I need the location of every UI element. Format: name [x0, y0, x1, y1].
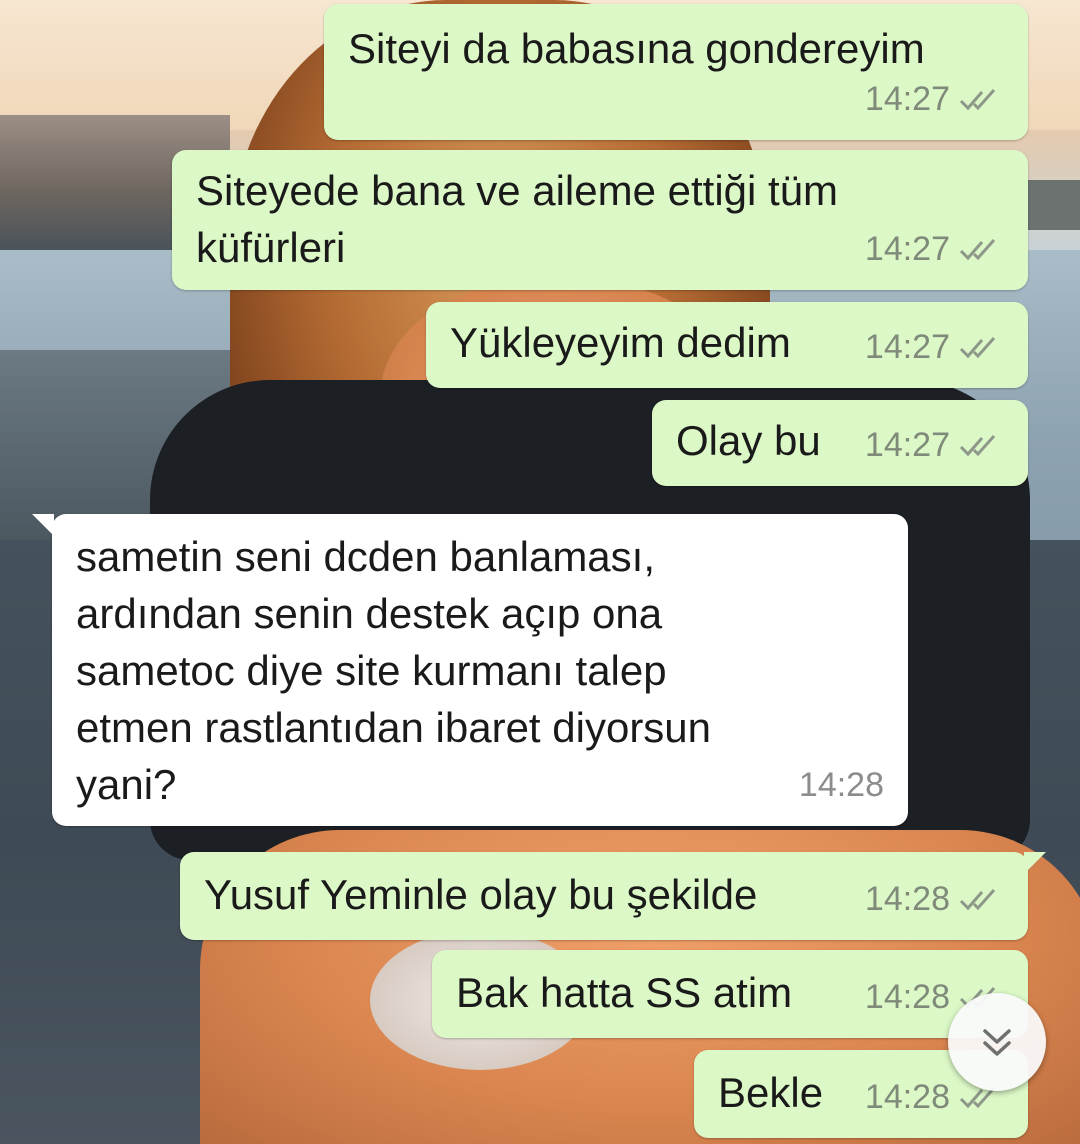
- message-bubble-outgoing[interactable]: Siteyede bana ve aileme ettiği tüm küfür…: [172, 150, 1028, 290]
- double-check-icon: [959, 434, 996, 456]
- bubble-tail: [32, 514, 54, 536]
- message-bubble-outgoing[interactable]: Yükleyeyim dedim 14:27: [426, 302, 1028, 388]
- message-bubble-outgoing[interactable]: Olay bu 14:27: [652, 400, 1028, 486]
- message-text: sametin seni dcden banlaması, ardından s…: [76, 533, 712, 808]
- message-meta: 14:28: [865, 871, 1004, 928]
- message-bubble-outgoing[interactable]: Siteyi da babasına gondereyim 14:27: [324, 4, 1028, 140]
- message-meta: 14:27: [865, 221, 1004, 278]
- message-time: 14:27: [864, 328, 950, 366]
- message-text: Yusuf Yeminle olay bu şekilde: [204, 871, 758, 918]
- message-text: Olay bu: [676, 417, 821, 464]
- message-time: 14:27: [864, 80, 950, 118]
- message-meta: 14:27: [865, 319, 1004, 376]
- bubble-tail: [1024, 852, 1046, 874]
- double-chevron-down-icon: [983, 1029, 1011, 1056]
- message-meta: 14:27: [865, 71, 1004, 128]
- message-bubble-incoming[interactable]: sametin seni dcden banlaması, ardından s…: [32, 514, 908, 826]
- message-time: 14:27: [864, 230, 950, 268]
- message-text: Yükleyeyim dedim: [450, 319, 791, 366]
- message-meta: 14:27: [865, 417, 1004, 474]
- message-text: Siteyede bana ve aileme ettiği tüm küfür…: [196, 167, 839, 271]
- double-check-icon: [959, 336, 996, 358]
- message-text: Bekle: [718, 1069, 824, 1116]
- scroll-to-bottom-button[interactable]: [948, 993, 1046, 1091]
- message-bubble-outgoing[interactable]: Bak hatta SS atim 14:28: [432, 950, 1028, 1038]
- message-time: 14:28: [864, 978, 950, 1016]
- message-text: Bak hatta SS atim: [456, 969, 793, 1016]
- message-time: 14:28: [864, 880, 950, 918]
- double-check-icon: [959, 888, 996, 910]
- message-text: Siteyi da babasına gondereyim: [348, 25, 925, 72]
- message-bubble-outgoing[interactable]: Yusuf Yeminle olay bu şekilde 14:28: [180, 852, 1046, 940]
- message-time: 14:28: [864, 1078, 950, 1116]
- message-meta: 14:28: [799, 757, 884, 814]
- message-time: 14:27: [864, 426, 950, 464]
- double-check-icon: [959, 88, 996, 110]
- double-check-icon: [959, 238, 996, 260]
- message-time: 14:28: [798, 766, 884, 804]
